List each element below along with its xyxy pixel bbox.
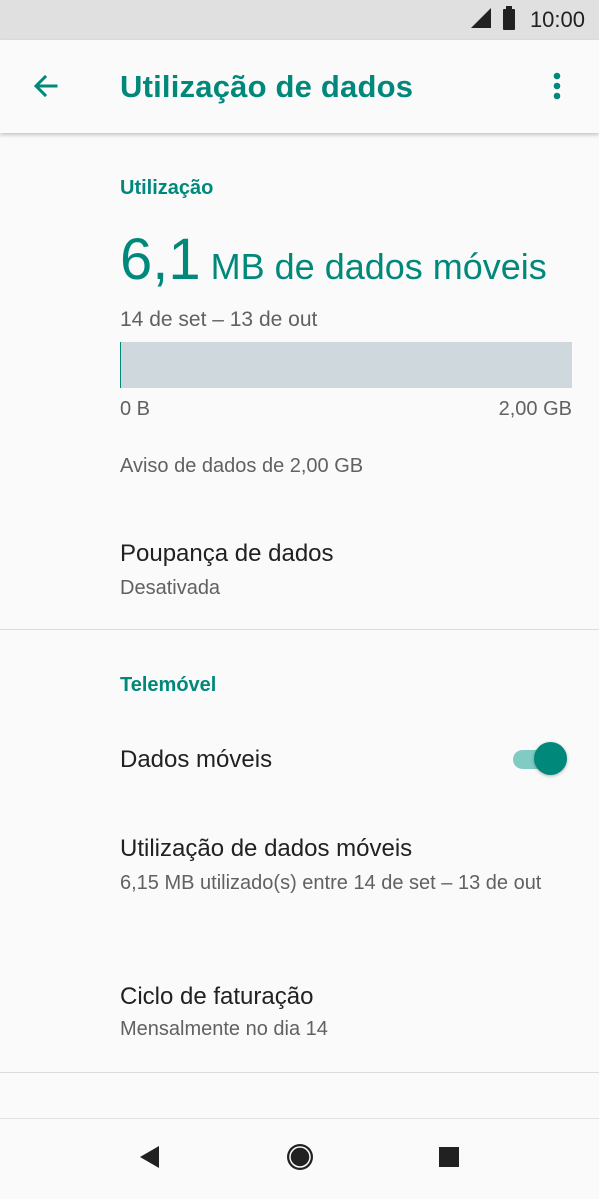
app-bar: Utilização de dados	[0, 40, 599, 133]
divider	[0, 1072, 599, 1073]
usage-bar-max-label: 2,00 GB	[498, 398, 572, 420]
data-saver-summary: Desativada	[120, 577, 221, 599]
navigation-bar	[0, 1118, 599, 1199]
usage-bar-fill	[120, 342, 121, 388]
overflow-menu-button[interactable]	[535, 68, 579, 108]
divider	[0, 629, 599, 630]
nav-home-icon	[286, 1143, 314, 1176]
status-time: 10:00	[529, 7, 585, 32]
nav-back-button[interactable]	[130, 1139, 170, 1179]
mobile-data-usage-title: Utilização de dados móveis	[120, 835, 413, 862]
page-title: Utilização de dados	[120, 69, 414, 104]
billing-cycle-item[interactable]: Ciclo de faturação Mensalmente no dia 14	[0, 963, 599, 1063]
usage-bar	[120, 342, 572, 388]
more-vert-icon	[553, 72, 561, 105]
status-icons: 10:00	[470, 0, 585, 40]
usage-unit: MB de dados móveis	[210, 246, 547, 287]
data-saver-title: Poupança de dados	[120, 540, 334, 567]
toggle-thumb	[534, 742, 567, 775]
nav-recents-icon	[439, 1146, 459, 1172]
data-saver-item[interactable]: Poupança de dados Desativada	[0, 520, 599, 628]
usage-section-header: Utilização	[120, 177, 214, 199]
mobile-data-toggle[interactable]	[511, 742, 569, 776]
status-bar: 10:00	[0, 0, 599, 40]
data-warning-text: Aviso de dados de 2,00 GB	[120, 455, 364, 477]
cell-signal-icon	[470, 7, 492, 34]
billing-cycle-title: Ciclo de faturação	[120, 983, 314, 1010]
arrow-back-icon	[32, 72, 60, 105]
usage-bar-min-label: 0 B	[120, 398, 151, 420]
mobile-data-title: Dados móveis	[120, 746, 273, 773]
usage-summary: 6,1 MB de dados móveis	[120, 226, 547, 293]
nav-back-icon	[139, 1145, 161, 1174]
battery-icon	[502, 5, 516, 35]
mobile-data-usage-summary: 6,15 MB utilizado(s) entre 14 de set – 1…	[120, 872, 542, 894]
mobile-data-item[interactable]: Dados móveis	[0, 718, 599, 802]
nav-recents-button[interactable]	[429, 1139, 469, 1179]
cycle-range: 14 de set – 13 de out	[120, 308, 318, 331]
back-button[interactable]	[24, 66, 68, 110]
usage-amount: 6,1	[120, 227, 201, 292]
mobile-section-header: Telemóvel	[120, 674, 217, 696]
billing-cycle-summary: Mensalmente no dia 14	[120, 1018, 328, 1040]
nav-home-button[interactable]	[280, 1139, 320, 1179]
mobile-data-usage-item[interactable]: Utilização de dados móveis 6,15 MB utili…	[0, 815, 599, 935]
